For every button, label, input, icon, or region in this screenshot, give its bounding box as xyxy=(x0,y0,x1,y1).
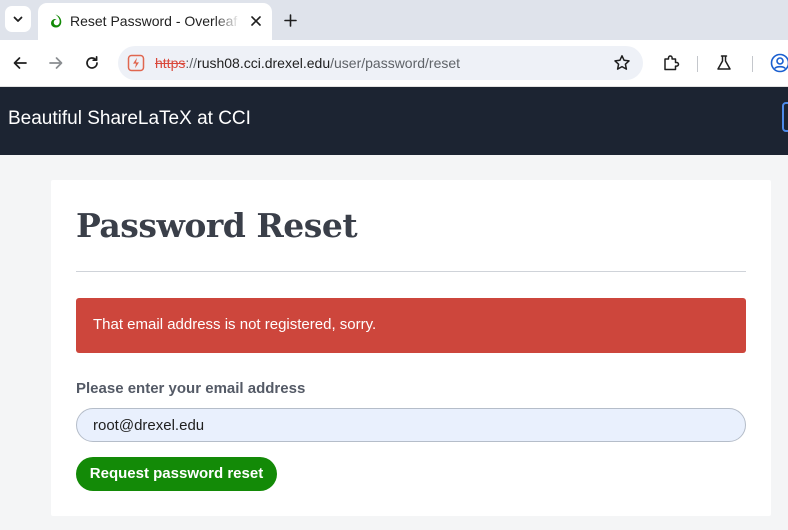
forward-button[interactable] xyxy=(46,53,66,73)
labs-button[interactable] xyxy=(714,53,734,73)
password-reset-card: Password Reset That email address is not… xyxy=(51,180,771,516)
tab-title: Reset Password - Overleaf xyxy=(70,13,238,29)
browser-tab-strip: Reset Password - Overleaf xyxy=(0,0,788,40)
back-button[interactable] xyxy=(10,53,30,73)
close-icon xyxy=(251,16,261,26)
browser-tab-active[interactable]: Reset Password - Overleaf xyxy=(38,3,272,40)
new-tab-button[interactable] xyxy=(280,10,300,30)
page-title: Password Reset xyxy=(76,206,358,245)
flask-icon xyxy=(717,55,731,70)
puzzle-piece-icon xyxy=(664,55,680,71)
error-alert: That email address is not registered, so… xyxy=(76,298,746,353)
site-brand-link[interactable]: Beautiful ShareLaTeX at CCI xyxy=(8,107,251,131)
title-divider xyxy=(76,271,746,272)
error-alert-message: That email address is not registered, so… xyxy=(93,316,377,333)
toolbar-separator xyxy=(752,56,753,72)
url-text: https://rush08.cci.drexel.edu/user/passw… xyxy=(155,55,460,71)
browser-toolbar: https://rush08.cci.drexel.edu/user/passw… xyxy=(0,40,788,87)
email-field-label: Please enter your email address xyxy=(76,380,306,397)
arrow-right-icon xyxy=(49,57,63,69)
tab-search-button[interactable] xyxy=(5,6,31,32)
arrow-left-icon xyxy=(13,57,27,69)
url-separator: :// xyxy=(185,55,198,71)
chevron-down-icon xyxy=(13,16,23,22)
url-scheme: https xyxy=(155,55,186,71)
url-path: /user/password/reset xyxy=(330,55,461,71)
extensions-button[interactable] xyxy=(661,53,681,73)
email-field[interactable] xyxy=(76,408,746,442)
plus-icon xyxy=(283,13,297,27)
request-password-reset-button[interactable]: Request password reset xyxy=(76,457,277,491)
reload-icon xyxy=(86,55,98,69)
site-navbar: Beautiful ShareLaTeX at CCI xyxy=(0,87,788,155)
star-icon[interactable] xyxy=(613,54,631,72)
address-bar[interactable]: https://rush08.cci.drexel.edu/user/passw… xyxy=(118,46,643,80)
not-secure-warning-icon[interactable] xyxy=(127,54,145,72)
toolbar-separator xyxy=(697,56,698,72)
tab-close-button[interactable] xyxy=(246,11,266,31)
profile-icon xyxy=(770,53,788,73)
url-host: rush08.cci.drexel.edu xyxy=(197,55,331,71)
overleaf-leaf-icon xyxy=(51,14,62,28)
reload-button[interactable] xyxy=(82,53,102,73)
navbar-toggle-button[interactable] xyxy=(782,102,788,132)
profile-button[interactable] xyxy=(770,53,788,73)
